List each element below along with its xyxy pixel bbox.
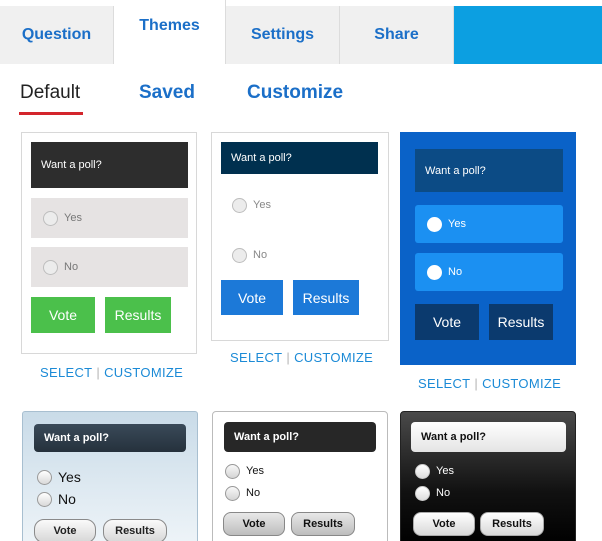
radio-icon[interactable] [232,247,247,263]
option-label: No [253,249,268,261]
radio-icon[interactable] [427,216,442,232]
results-button[interactable]: Results [105,297,171,333]
radio-icon[interactable] [415,463,430,479]
radio-icon[interactable] [37,491,52,507]
radio-icon[interactable] [427,264,442,280]
poll-option-no[interactable]: No [37,490,177,508]
poll-option-yes[interactable]: Yes [415,462,555,480]
customize-link[interactable]: CUSTOMIZE [482,376,561,391]
vote-button[interactable]: Vote [221,280,283,315]
subtab-default[interactable]: Default [20,82,80,104]
theme-card-2[interactable]: Want a poll? Yes No Vote Results [211,132,389,341]
subtab-saved[interactable]: Saved [139,82,195,104]
option-label: Yes [448,218,466,230]
radio-icon[interactable] [43,259,58,275]
customize-link[interactable]: CUSTOMIZE [104,365,183,380]
select-link[interactable]: SELECT [40,365,92,380]
theme-card-6[interactable]: Want a poll? Yes No Vote Results [400,411,576,541]
results-button[interactable]: Results [480,512,544,536]
option-label: Yes [436,465,454,477]
results-button[interactable]: Results [489,304,553,340]
poll-option-yes[interactable]: Yes [232,195,372,215]
radio-icon[interactable] [225,485,240,501]
theme-card-1[interactable]: Want a poll? Yes No Vote Results [21,132,197,354]
poll-question: Want a poll? [415,149,563,192]
poll-option-no[interactable]: No [232,245,372,265]
select-link[interactable]: SELECT [230,350,282,365]
tab-bar-fill [454,6,602,64]
card-3-actions: SELECT | CUSTOMIZE [418,376,561,391]
radio-icon[interactable] [415,485,430,501]
poll-option-yes[interactable]: Yes [415,205,563,243]
results-button[interactable]: Results [291,512,355,536]
poll-question: Want a poll? [221,142,378,174]
theme-editor: Question Themes Settings Share Default S… [0,0,602,541]
theme-card-4[interactable]: Want a poll? Yes No Vote Results [22,411,198,541]
separator: | [474,376,479,391]
vote-button[interactable]: Vote [223,512,285,536]
option-label: Yes [64,212,82,224]
option-label: No [64,261,79,273]
option-label: No [448,266,463,278]
option-label: Yes [58,469,81,485]
theme-card-5[interactable]: Want a poll? Yes No Vote Results [212,411,388,541]
poll-question: Want a poll? [31,142,188,188]
option-label: Yes [246,465,264,477]
option-label: No [436,487,451,499]
poll-option-yes[interactable]: Yes [225,462,365,480]
poll-option-yes[interactable]: Yes [31,198,188,238]
separator: | [286,350,291,365]
option-label: Yes [253,199,271,211]
option-label: No [246,487,261,499]
card-2-actions: SELECT | CUSTOMIZE [230,350,373,365]
tab-settings[interactable]: Settings [226,6,340,64]
poll-question: Want a poll? [34,424,186,452]
poll-option-no[interactable]: No [415,484,555,502]
card-1-actions: SELECT | CUSTOMIZE [40,365,183,380]
results-button[interactable]: Results [293,280,359,315]
option-label: No [58,491,76,507]
vote-button[interactable]: Vote [415,304,479,340]
subtab-customize[interactable]: Customize [247,82,343,104]
poll-option-no[interactable]: No [225,484,365,502]
poll-question: Want a poll? [224,422,376,452]
poll-option-no[interactable]: No [31,247,188,287]
customize-link[interactable]: CUSTOMIZE [294,350,373,365]
poll-option-no[interactable]: No [415,253,563,291]
vote-button[interactable]: Vote [413,512,475,536]
poll-question: Want a poll? [411,422,566,452]
vote-button[interactable]: Vote [31,297,95,333]
radio-icon[interactable] [225,463,240,479]
active-subtab-indicator [19,112,83,115]
top-tab-bar: Question Themes Settings Share [0,0,602,64]
select-link[interactable]: SELECT [418,376,470,391]
tab-themes[interactable]: Themes [114,0,226,64]
radio-icon[interactable] [43,210,58,226]
theme-card-3[interactable]: Want a poll? Yes No Vote Results [400,132,576,365]
tab-question[interactable]: Question [0,6,114,64]
tab-share[interactable]: Share [340,6,454,64]
results-button[interactable]: Results [103,519,167,541]
theme-subtabs: Default Saved Customize [0,78,602,118]
poll-option-yes[interactable]: Yes [37,468,177,486]
vote-button[interactable]: Vote [34,519,96,541]
separator: | [96,365,101,380]
radio-icon[interactable] [232,197,247,213]
radio-icon[interactable] [37,469,52,485]
